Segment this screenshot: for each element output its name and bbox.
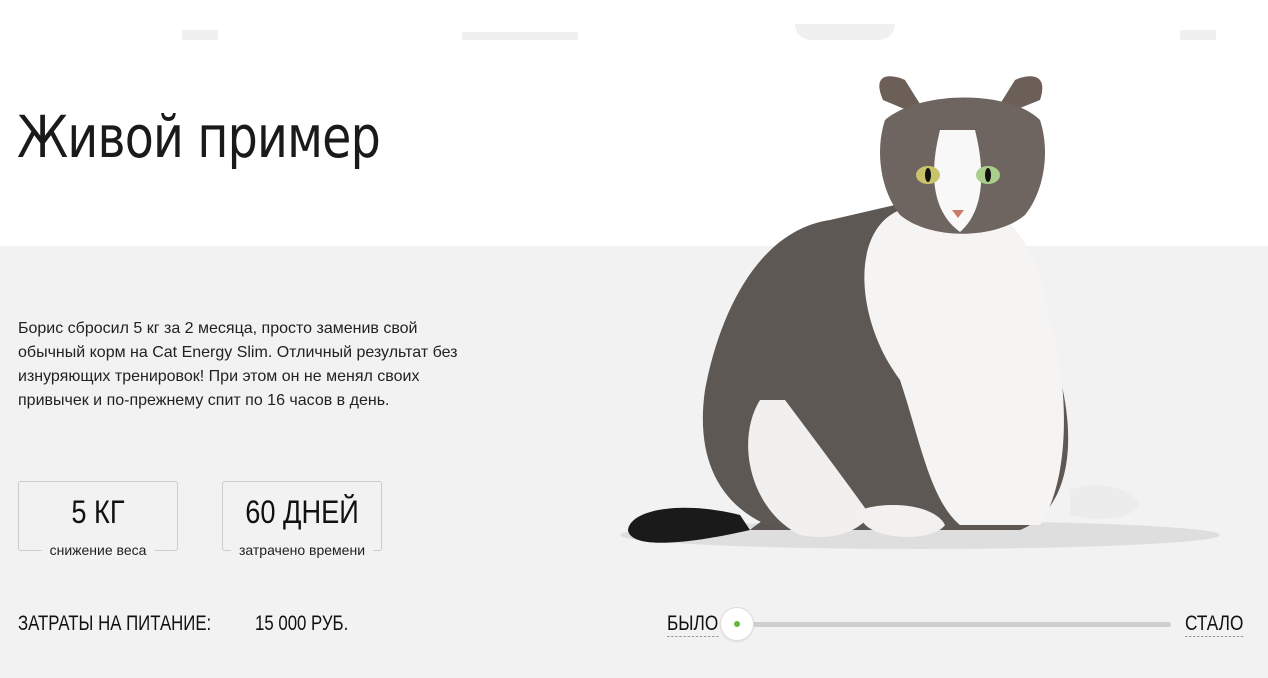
- slider-handle[interactable]: [720, 607, 754, 641]
- cost-label: ЗАТРАТЫ НА ПИТАНИЕ:: [18, 612, 212, 635]
- page-title: Живой пример: [17, 103, 381, 171]
- stat-days: 60 ДНЕЙ затрачено времени: [222, 481, 382, 557]
- stat-days-caption: затрачено времени: [230, 543, 374, 557]
- slider-track[interactable]: [737, 622, 1171, 627]
- stat-days-value: 60 ДНЕЙ: [245, 494, 359, 530]
- stat-weight-caption: снижение веса: [41, 543, 155, 557]
- stat-weight: 5 КГ снижение веса: [18, 481, 178, 557]
- cost-value: 15 000 РУБ.: [255, 612, 349, 635]
- slider-before-label[interactable]: БЫЛО: [667, 612, 719, 637]
- cat-illustration: [620, 76, 1220, 549]
- background-decor: [0, 0, 1268, 40]
- cat-image: [600, 60, 1268, 570]
- slider-after-label[interactable]: СТАЛО: [1185, 612, 1244, 637]
- stat-weight-value: 5 КГ: [71, 494, 125, 530]
- example-description: Борис сбросил 5 кг за 2 месяца, просто з…: [18, 320, 458, 409]
